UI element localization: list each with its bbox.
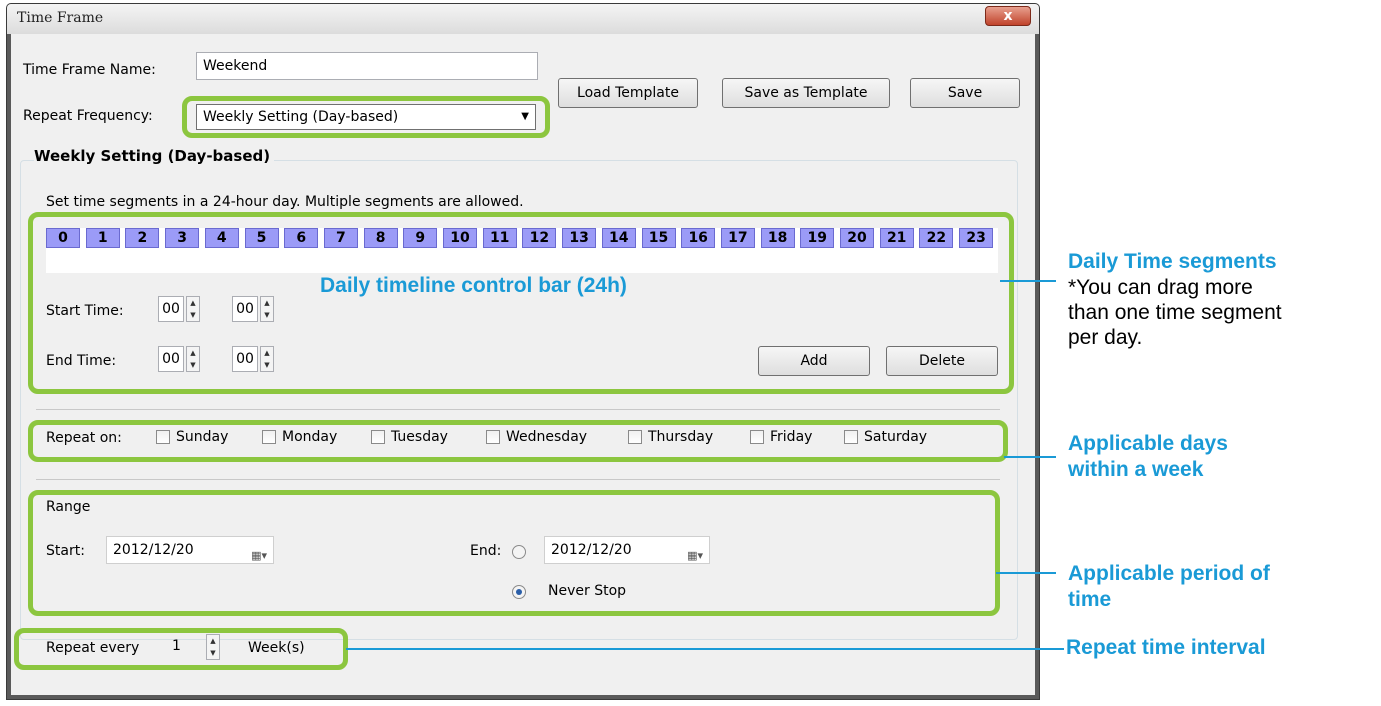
callout-line xyxy=(346,648,1064,650)
callout-segments-note-3: per day. xyxy=(1068,326,1143,349)
load-template-button[interactable]: Load Template xyxy=(558,78,698,108)
time-frame-name-label: Time Frame Name: xyxy=(23,62,156,78)
divider xyxy=(36,479,1000,480)
callout-segments-note-1: *You can drag more xyxy=(1068,276,1253,299)
title-bar[interactable]: Time Frame x xyxy=(7,4,1039,34)
callout-days-1: Applicable days xyxy=(1068,432,1228,455)
callout-segments-note-2: than one time segment xyxy=(1068,301,1282,324)
highlight-repeat-frequency xyxy=(182,96,550,138)
save-button[interactable]: Save xyxy=(910,78,1020,108)
callout-segments-title: Daily Time segments xyxy=(1068,250,1277,273)
time-frame-name-input[interactable]: Weekend xyxy=(196,52,538,80)
highlight-timeline xyxy=(28,212,1014,394)
callout-line xyxy=(1000,280,1056,282)
repeat-frequency-label: Repeat Frequency: xyxy=(23,108,153,124)
close-button[interactable]: x xyxy=(985,6,1031,26)
callout-line xyxy=(1004,456,1056,458)
callout-interval: Repeat time interval xyxy=(1066,636,1266,659)
highlight-repeat-interval xyxy=(14,628,348,670)
callout-period-2: time xyxy=(1068,588,1112,611)
window-title: Time Frame xyxy=(17,10,104,26)
callout-line xyxy=(996,572,1056,574)
save-as-template-button[interactable]: Save as Template xyxy=(722,78,890,108)
weekly-setting-heading: Weekly Setting (Day-based) xyxy=(34,147,275,165)
callout-days-2: within a week xyxy=(1068,458,1204,481)
highlight-repeat-days xyxy=(28,420,1008,462)
callout-period-1: Applicable period of xyxy=(1068,562,1270,585)
highlight-range xyxy=(28,490,1000,616)
divider xyxy=(36,409,1000,410)
weekly-instruction: Set time segments in a 24-hour day. Mult… xyxy=(46,194,524,210)
